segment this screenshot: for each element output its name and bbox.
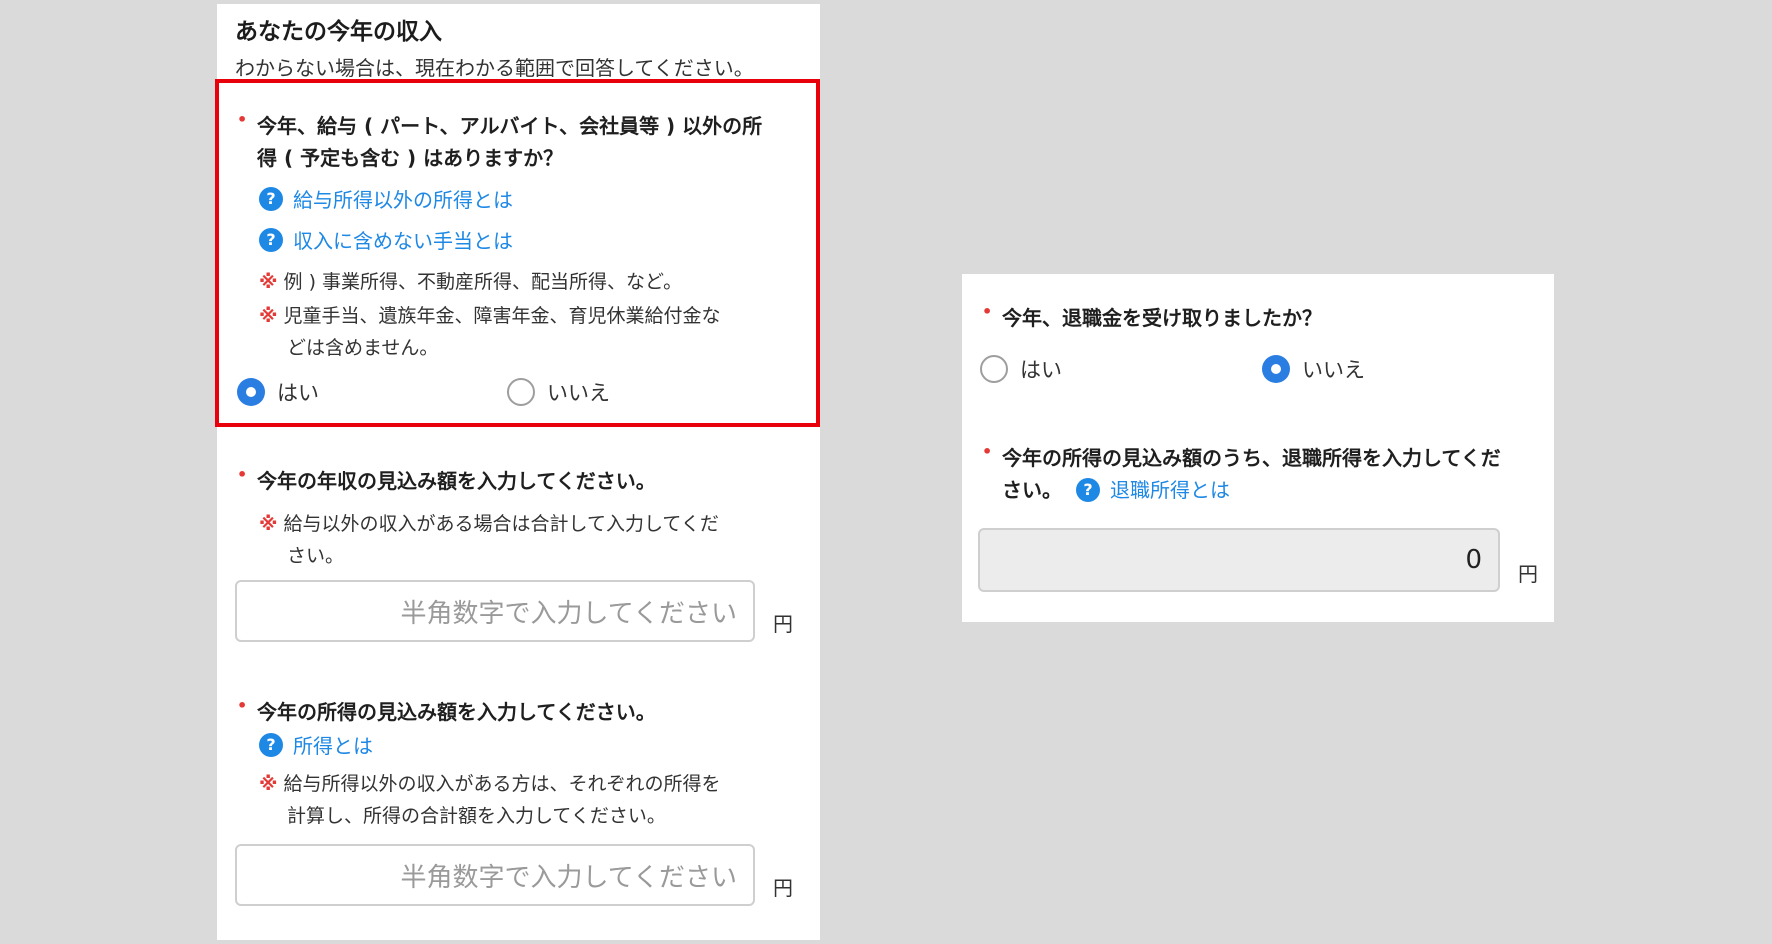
radio-label: いいえ [1302, 358, 1365, 382]
question-circle-icon: ? [1076, 478, 1100, 502]
retirement-income-input[interactable]: 0 [978, 528, 1500, 592]
required-mark: • [982, 302, 993, 321]
required-mark: • [237, 696, 248, 715]
estimated-income-input[interactable]: 半角数字で入力してください [235, 844, 755, 906]
radio-unselected-icon [980, 355, 1008, 383]
question-retirement-income: 今年の所得の見込み額のうち、退職所得を入力してくだ さい。 ? 退職所得とは [1002, 442, 1552, 506]
help-link-label: 所得とは [293, 734, 373, 758]
question-estimated-income: 今年の所得の見込み額を入力してください。 [257, 700, 656, 724]
radio-label: はい [1020, 358, 1062, 382]
section-title: あなたの今年の収入 [235, 19, 442, 45]
kome-mark: ※ [259, 773, 278, 795]
question-circle-icon: ? [259, 732, 283, 757]
annual-income-input[interactable]: 半角数字で入力してください [235, 580, 755, 642]
question-annual-income: 今年の年収の見込み額を入力してください。 [257, 469, 656, 493]
note-text: さい。 [287, 545, 345, 567]
radio-selected-icon [1262, 355, 1290, 383]
yen-unit: 円 [773, 876, 793, 900]
retirement-form-panel: • 今年、退職金を受け取りましたか？ はい いいえ • 今年の所得の見込み額のう… [962, 274, 1554, 622]
yen-unit: 円 [773, 612, 793, 636]
question-retirement-allowance: 今年、退職金を受け取りましたか？ [1002, 306, 1322, 330]
radio-no[interactable]: いいえ [1262, 354, 1365, 384]
help-link-retirement-income[interactable]: ? 退職所得とは [1076, 474, 1230, 506]
help-link-income[interactable]: ? 所得とは [259, 730, 373, 759]
help-link-label: 退職所得とは [1110, 478, 1230, 502]
note-text: 給与所得以外の収入がある方は、それぞれの所得を [283, 773, 721, 795]
note-text: 給与以外の収入がある場合は合計して入力してくだ [283, 513, 719, 535]
question-line: さい。 [1002, 478, 1062, 502]
note-estimated-income: ※ 給与所得以外の収入がある方は、それぞれの所得を 計算し、所得の合計額を入力し… [259, 768, 799, 832]
required-mark: • [982, 442, 993, 461]
note-text: 計算し、所得の合計額を入力してください。 [287, 805, 666, 827]
yen-unit: 円 [1518, 562, 1538, 586]
question-line: 今年の所得の見込み額のうち、退職所得を入力してくだ [1002, 446, 1501, 470]
required-mark: • [237, 465, 248, 484]
note-annual-income: ※ 給与以外の収入がある場合は合計して入力してくだ さい。 [259, 508, 799, 572]
highlight-box [215, 79, 820, 427]
kome-mark: ※ [259, 513, 278, 535]
radio-yes[interactable]: はい [980, 354, 1062, 384]
section-subtitle: わからない場合は、現在わかる範囲で回答してください。 [235, 56, 754, 80]
